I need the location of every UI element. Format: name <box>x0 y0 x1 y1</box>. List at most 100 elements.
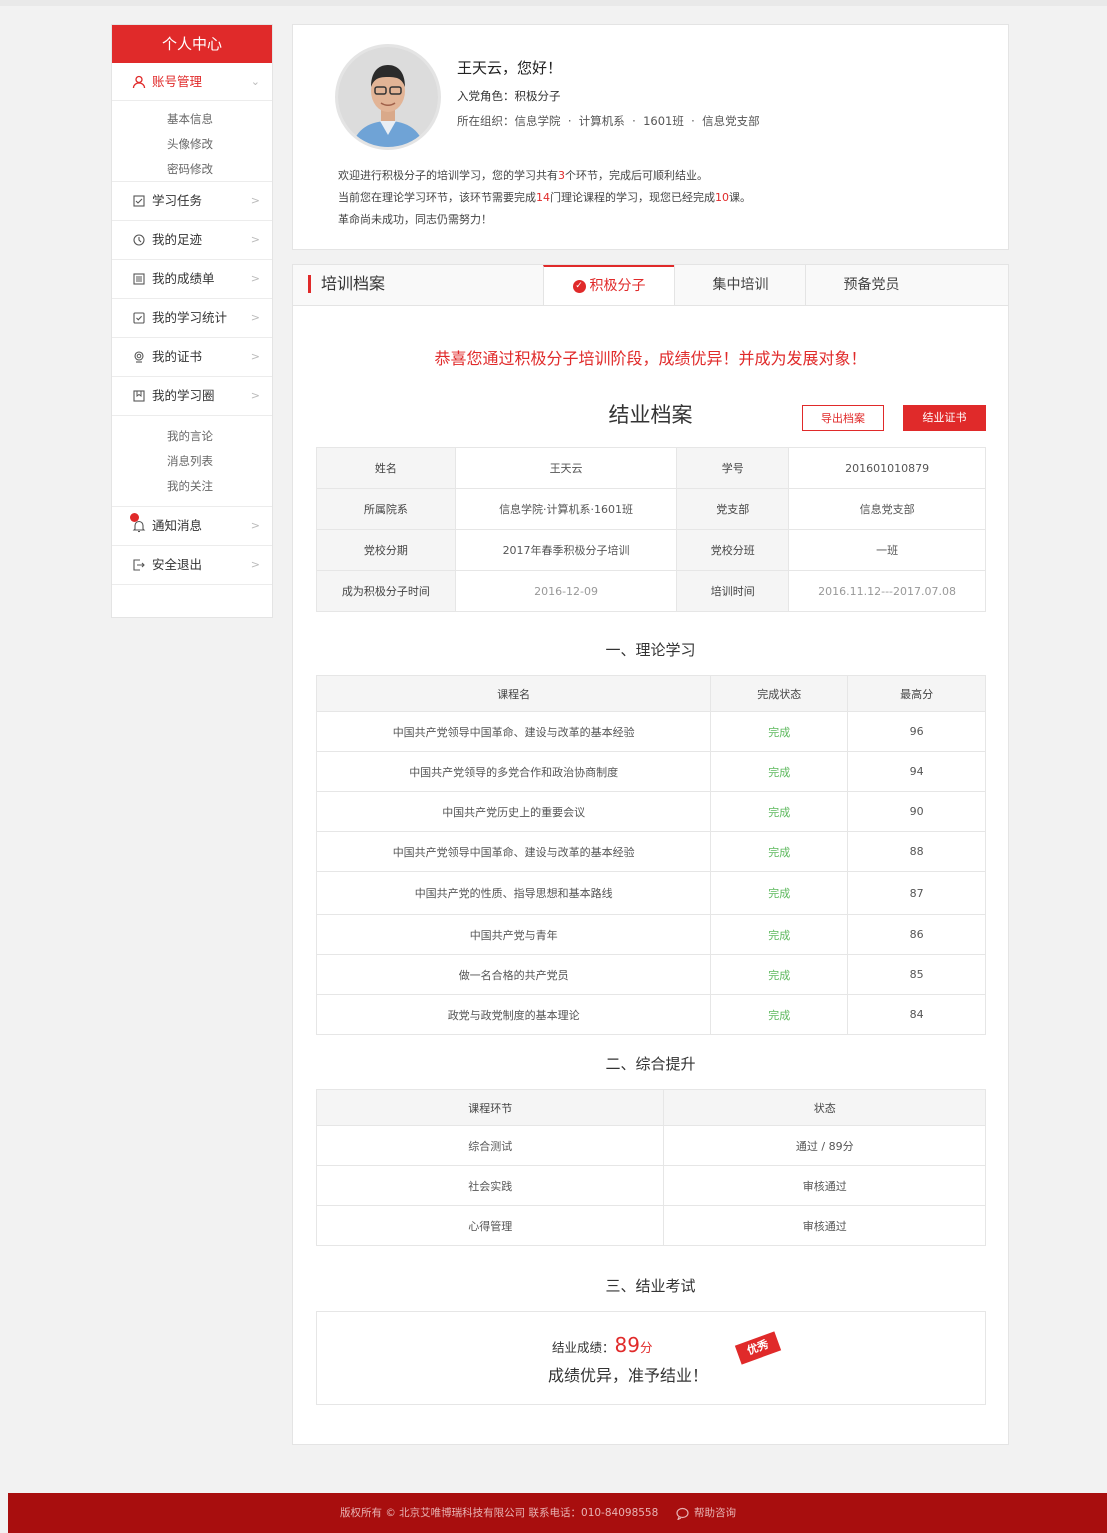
copyright: 版权所有 © 北京艾唯博瑞科技有限公司 联系电话：010-84098558 <box>340 1507 659 1519</box>
text: 当前您在理论学习环节，该环节需要完成 <box>338 191 536 204</box>
role-label: 入党角色： <box>457 89 515 103</box>
exam-message: 成绩优异，准予结业！ <box>548 1366 709 1385</box>
welcome-line-1: 欢迎进行积极分子的培训学习，您的学习共有3个环节，完成后可顺利结业。 <box>338 165 751 187</box>
org-separator: · <box>632 114 636 128</box>
status-cell: 完成 <box>710 751 849 792</box>
label-cell: 党校分期 <box>316 529 456 571</box>
submenu-avatar[interactable]: 头像修改 <box>112 132 272 157</box>
sidebar-item-stats[interactable]: 我的学习统计 > <box>112 299 272 338</box>
sidebar: 个人中心 账号管理 ⌄ 基本信息 头像修改 密码修改 学习任务 > 我的足迹 >… <box>111 24 273 618</box>
label-cell: 成为积极分子时间 <box>316 570 456 612</box>
chevron-right-icon: > <box>250 194 260 207</box>
status-cell: 完成 <box>710 831 849 872</box>
status-cell: 审核通过 <box>663 1165 986 1206</box>
submenu-basic-info[interactable]: 基本信息 <box>112 107 272 132</box>
table-row: 成为积极分子时间 2016-12-09 培训时间 2016.11.12---20… <box>316 570 986 612</box>
avatar-image <box>338 47 438 147</box>
help-link[interactable]: 帮助咨询 <box>676 1493 736 1533</box>
chevron-right-icon: > <box>250 272 260 285</box>
chevron-down-icon: ⌄ <box>250 75 260 88</box>
label-cell: 所属院系 <box>316 488 456 530</box>
sidebar-item-transcript[interactable]: 我的成绩单 > <box>112 260 272 299</box>
value-cell: 2017年春季积极分子培训 <box>454 529 678 571</box>
value-cell: 一班 <box>788 529 986 571</box>
sidebar-item-history[interactable]: 我的足迹 > <box>112 221 272 260</box>
training-record-panel: 培训档案 ✓ 积极分子 集中培训 预备党员 恭喜您通过积极分子培训阶段，成绩优异！… <box>292 264 1009 1445</box>
history-icon <box>133 234 145 246</box>
score-unit: 分 <box>639 1340 653 1355</box>
table-row: 中国共产党与青年 完成 86 <box>315 914 986 955</box>
chevron-right-icon: > <box>250 519 260 532</box>
export-record-button[interactable]: 导出档案 <box>802 405 884 431</box>
sidebar-item-tasks[interactable]: 学习任务 > <box>112 182 272 221</box>
score-cell: 85 <box>847 954 986 995</box>
submenu-password[interactable]: 密码修改 <box>112 157 272 182</box>
submenu-messages[interactable]: 消息列表 <box>112 449 272 474</box>
table-header-row: 课程环节 状态 <box>315 1089 986 1126</box>
congrats-message: 恭喜您通过积极分子培训阶段，成绩优异！并成为发展对象！ <box>434 349 867 368</box>
course-name: 中国共产党的性质、指导思想和基本路线 <box>315 871 712 915</box>
sidebar-item-label: 安全退出 <box>152 557 203 572</box>
sidebar-item-circle[interactable]: 我的学习圈 > <box>112 377 272 416</box>
table-row: 政党与政党制度的基本理论 完成 84 <box>315 994 986 1035</box>
welcome-line-2: 当前您在理论学习环节，该环节需要完成14门理论课程的学习，现您已经完成10课。 <box>338 187 751 209</box>
table-row: 中国共产党的性质、指导思想和基本路线 完成 87 <box>315 871 986 915</box>
column-header: 完成状态 <box>710 675 849 712</box>
help-label: 帮助咨询 <box>694 1507 736 1519</box>
logout-icon <box>133 559 145 571</box>
table-row: 中国共产党领导中国革命、建设与改革的基本经验 完成 96 <box>315 711 986 752</box>
table-row: 中国共产党领导的多党合作和政治协商制度 完成 94 <box>315 751 986 792</box>
org-class: 1601班 <box>643 114 684 128</box>
panel-title: 培训档案 <box>308 275 385 293</box>
greeting: 王天云，您好！ <box>457 59 563 77</box>
label-cell: 党支部 <box>676 488 790 530</box>
chevron-right-icon: > <box>250 558 260 571</box>
profile-card: 王天云，您好！ 入党角色：积极分子 所在组织：信息学院 · 计算机系 · 160… <box>292 24 1009 250</box>
score-value: 89 <box>614 1333 640 1357</box>
tab-bar: 培训档案 ✓ 积极分子 集中培训 预备党员 <box>293 265 1008 306</box>
theory-section-title: 一、理论学习 <box>605 641 696 659</box>
status-cell: 完成 <box>710 871 849 915</box>
chat-icon <box>676 1507 689 1520</box>
stage-cell: 社会实践 <box>315 1165 665 1206</box>
role-value: 积极分子 <box>514 89 561 103</box>
record-title: 结业档案 <box>608 403 693 427</box>
notification-badge <box>130 513 139 522</box>
submenu-following[interactable]: 我的关注 <box>112 474 272 499</box>
value-cell: 信息党支部 <box>788 488 986 530</box>
sidebar-item-logout[interactable]: 安全退出 > <box>112 546 272 585</box>
certificate-button[interactable]: 结业证书 <box>903 405 986 431</box>
sidebar-item-certificate[interactable]: 我的证书 > <box>112 338 272 377</box>
org-separator: · <box>691 114 695 128</box>
tab-centralized-training[interactable]: 集中培训 <box>674 265 806 305</box>
score-cell: 88 <box>847 831 986 872</box>
account-submenu: 基本信息 头像修改 密码修改 <box>112 101 272 182</box>
sidebar-item-label: 我的证书 <box>152 349 203 364</box>
column-header: 课程名 <box>315 675 712 712</box>
tab-probationary-member[interactable]: 预备党员 <box>805 265 937 305</box>
org-label: 所在组织： <box>457 114 515 128</box>
exam-result-box: 结业成绩：89分 成绩优异，准予结业！ 优秀 <box>316 1311 986 1405</box>
score-cell: 94 <box>847 751 986 792</box>
label-cell: 学号 <box>676 447 790 489</box>
sidebar-item-account[interactable]: 账号管理 ⌄ <box>112 63 272 101</box>
tab-activist[interactable]: ✓ 积极分子 <box>543 265 674 305</box>
value-cell: 201601010879 <box>788 447 986 489</box>
exam-score: 结业成绩：89分 <box>552 1333 652 1357</box>
column-header: 课程环节 <box>315 1089 665 1126</box>
user-icon <box>132 75 146 88</box>
score-cell: 86 <box>847 914 986 955</box>
text: 门理论课程的学习，现您已经完成 <box>550 191 715 204</box>
comprehensive-section-title: 二、综合提升 <box>605 1055 696 1073</box>
submenu-my-posts[interactable]: 我的言论 <box>112 424 272 449</box>
tab-label: 积极分子 <box>589 278 646 294</box>
status-cell: 完成 <box>710 994 849 1035</box>
sidebar-item-notifications[interactable]: 通知消息 > <box>112 507 272 546</box>
sidebar-item-label: 通知消息 <box>152 518 203 533</box>
column-header: 状态 <box>663 1089 986 1126</box>
status-cell: 审核通过 <box>663 1205 986 1246</box>
status-cell: 完成 <box>710 791 849 832</box>
table-row: 所属院系 信息学院·计算机系·1601班 党支部 信息党支部 <box>316 488 986 530</box>
course-name: 中国共产党领导中国革命、建设与改革的基本经验 <box>315 831 712 872</box>
score-cell: 96 <box>847 711 986 752</box>
